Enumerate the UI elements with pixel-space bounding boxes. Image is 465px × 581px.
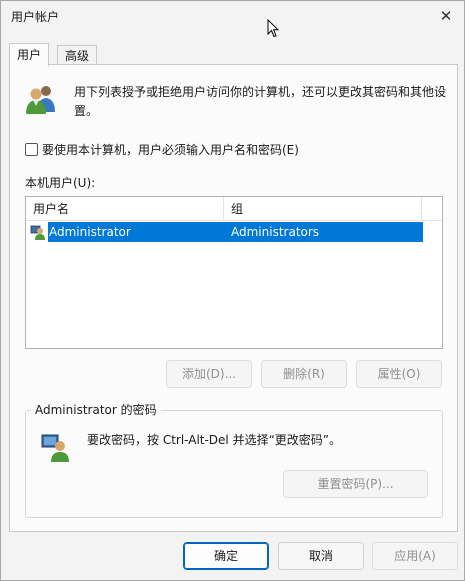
users-icon (26, 86, 55, 114)
user-icon (30, 225, 45, 240)
row-group: Administrators (225, 222, 423, 242)
row-username: Administrator (48, 222, 225, 242)
require-password-label[interactable]: 要使用本计算机，用户必须输入用户名和密码(E) (42, 141, 299, 158)
local-users-list[interactable]: 用户名 组 Administrator Administrators (25, 196, 443, 349)
window-title: 用户帐户 (11, 10, 60, 24)
close-button[interactable]: ✕ (432, 3, 460, 29)
list-header: 用户名 组 (26, 197, 442, 221)
column-header-group[interactable]: 组 (224, 197, 422, 221)
password-instruction-text: 要改密码，按 Ctrl-Alt-Del 并选择“更改密码”。 (87, 433, 342, 447)
delete-button[interactable]: 删除(R) (261, 360, 347, 388)
local-users-label: 本机用户(U): (25, 176, 96, 190)
cancel-button[interactable]: 取消 (278, 542, 364, 570)
password-groupbox (25, 410, 443, 518)
ok-button[interactable]: 确定 (183, 542, 269, 570)
require-password-checkbox[interactable] (25, 143, 38, 156)
user-accounts-dialog: 用户帐户 ✕ 用户 高级 用下列表授予或拒绝用户访问你的计算机，还可以更改其密码… (0, 0, 465, 581)
mouse-cursor-icon (267, 19, 279, 38)
users-tab-panel: 用下列表授予或拒绝用户访问你的计算机，还可以更改其密码和其他设置。 要使用本计算… (9, 64, 458, 532)
password-groupbox-title: Administrator 的密码 (31, 401, 161, 418)
reset-password-button[interactable]: 重置密码(P)... (283, 470, 428, 498)
properties-button[interactable]: 属性(O) (356, 360, 442, 388)
add-button[interactable]: 添加(D)... (166, 360, 252, 388)
user-key-icon (41, 434, 69, 462)
table-row[interactable]: Administrator Administrators (26, 222, 423, 242)
tab-users[interactable]: 用户 (9, 43, 50, 66)
column-header-username[interactable]: 用户名 (26, 197, 224, 221)
tab-advanced[interactable]: 高级 (57, 45, 98, 65)
apply-button[interactable]: 应用(A) (372, 542, 458, 570)
title-bar: 用户帐户 ✕ (1, 1, 464, 33)
intro-text: 用下列表授予或拒绝用户访问你的计算机，还可以更改其密码和其他设置。 (74, 85, 447, 118)
